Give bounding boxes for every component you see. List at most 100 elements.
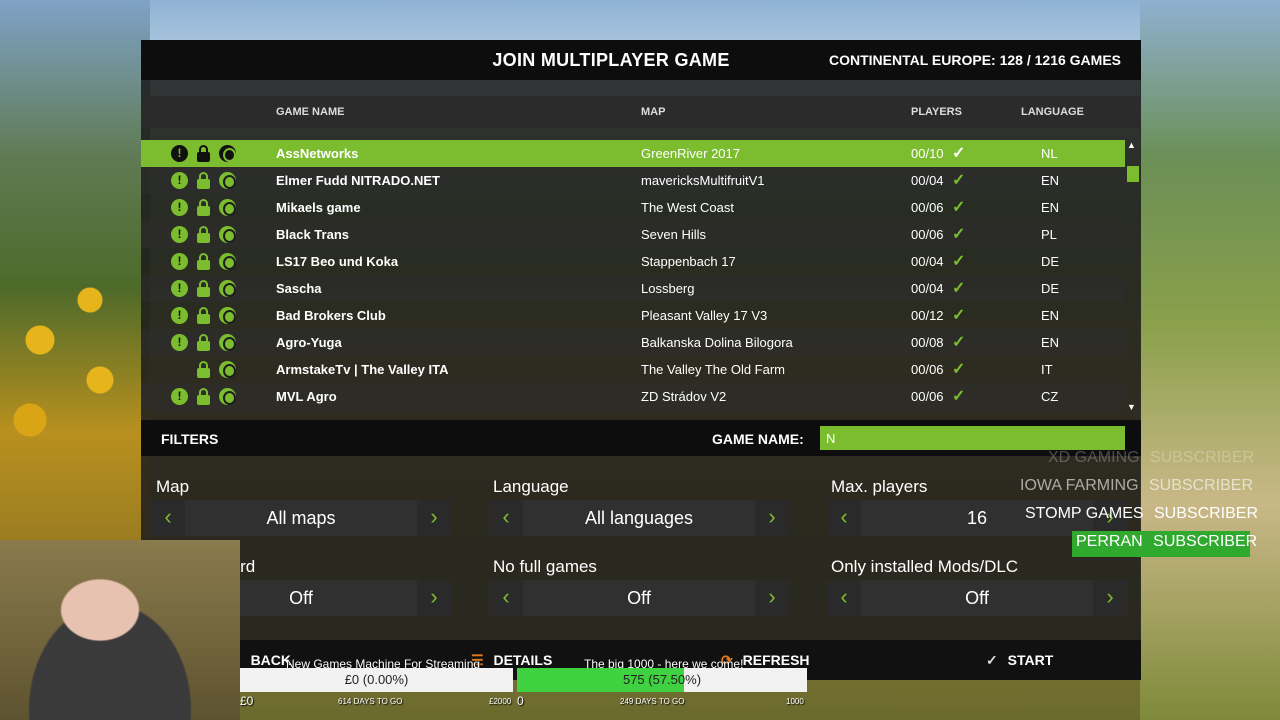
goal1-target: £2000: [489, 697, 512, 706]
game-row[interactable]: Elmer Fudd NITRADO.NET mavericksMultifrui…: [141, 167, 1125, 194]
game-row[interactable]: Bad Brokers Club Pleasant Valley 17 V3 00/…: [141, 302, 1125, 329]
game-players: 00/08: [911, 335, 944, 350]
game-language: CZ: [1041, 389, 1059, 404]
globe-icon: [219, 388, 236, 405]
game-players: 00/12: [911, 308, 944, 323]
check-icon: ✓: [986, 652, 998, 668]
game-row[interactable]: Black Trans Seven Hills 00/06 ✓ PL: [141, 221, 1125, 248]
game-row[interactable]: Mikaels game The West Coast 00/06 ✓ EN: [141, 194, 1125, 221]
game-map: Lossberg: [641, 281, 695, 296]
title-bar: JOIN MULTIPLAYER GAME CONTINENTAL EUROPE…: [141, 40, 1141, 80]
game-name: AssNetworks: [276, 146, 359, 161]
column-header-map[interactable]: MAP: [641, 106, 665, 118]
installed-mods-filter-selector[interactable]: ‹ Off ›: [827, 580, 1127, 616]
lock-icon: [195, 307, 212, 324]
scroll-down-icon[interactable]: ▼: [1127, 402, 1136, 412]
no-full-games-filter-selector[interactable]: ‹ Off ›: [489, 580, 789, 616]
goal2-value: 575 (57.50%): [622, 672, 702, 687]
map-prev-icon[interactable]: ‹: [151, 500, 185, 536]
back-button[interactable]: ‹ BACK: [236, 652, 291, 668]
no-password-next-icon[interactable]: ›: [417, 580, 451, 616]
game-row[interactable]: ArmstakeTv | The Valley ITA The Valley Th…: [141, 356, 1125, 383]
game-language: PL: [1041, 227, 1057, 242]
game-row[interactable]: Agro-Yuga Balkanska Dolina Bilogora 00/08 ✓…: [141, 329, 1125, 356]
game-players: 00/06: [911, 227, 944, 242]
lock-icon: [195, 361, 212, 378]
row-icons: [171, 253, 236, 270]
game-name: ArmstakeTv | The Valley ITA: [276, 362, 449, 377]
globe-icon: [219, 199, 236, 216]
globe-icon: [219, 334, 236, 351]
game-language: EN: [1041, 308, 1060, 323]
row-icons: [171, 361, 236, 378]
globe-icon: [219, 172, 236, 189]
game-name: Bad Brokers Club: [276, 308, 386, 323]
details-button-label: DETAILS: [493, 652, 553, 668]
column-header-players[interactable]: PLAYERS: [911, 106, 962, 118]
language-next-icon[interactable]: ›: [755, 500, 789, 536]
game-row[interactable]: LS17 Beo und Koka Stappenbach 17 00/04 ✓ DE: [141, 248, 1125, 275]
check-icon: ✓: [952, 253, 966, 270]
lock-icon: [195, 388, 212, 405]
max-players-prev-icon[interactable]: ‹: [827, 500, 861, 536]
warning-icon: [171, 172, 188, 189]
check-icon: ✓: [952, 334, 966, 351]
game-row[interactable]: MVL Agro ZD Strádov V2 00/06 ✓ CZ: [141, 383, 1125, 410]
check-icon: ✓: [952, 226, 966, 243]
map-filter-selector[interactable]: ‹ All maps ›: [151, 500, 451, 536]
game-name: Sascha: [276, 281, 322, 296]
game-row[interactable]: Sascha Lossberg 00/04 ✓ DE: [141, 275, 1125, 302]
game-name: LS17 Beo und Koka: [276, 254, 399, 269]
check-icon: ✓: [952, 199, 966, 216]
globe-icon: [219, 226, 236, 243]
scroll-up-icon[interactable]: ▲: [1127, 140, 1136, 150]
column-header-game-name[interactable]: GAME NAME: [276, 106, 344, 118]
details-button[interactable]: ☰ DETAILS: [471, 652, 552, 669]
game-map: Pleasant Valley 17 V3: [641, 308, 768, 323]
goal2-days: 249 DAYS TO GO: [620, 697, 685, 706]
row-icons: [171, 280, 236, 297]
check-icon: ✓: [952, 172, 966, 189]
game-name-filter-label: GAME NAME:: [712, 431, 804, 447]
globe-icon: [219, 280, 236, 297]
warning-icon: [171, 307, 188, 324]
warning-icon: [171, 199, 188, 216]
check-icon: ✓: [952, 388, 966, 405]
no-full-games-prev-icon[interactable]: ‹: [489, 580, 523, 616]
column-header-language[interactable]: LANGUAGE: [1021, 106, 1084, 118]
game-players: 00/10: [911, 146, 944, 161]
start-button-label: START: [1007, 652, 1054, 668]
start-button[interactable]: ✓ START: [986, 652, 1053, 669]
game-language: EN: [1041, 173, 1060, 188]
installed-mods-next-icon[interactable]: ›: [1093, 580, 1127, 616]
subscriber-alert-4-text: PERRAN SUBSCRIBER: [1076, 533, 1257, 551]
subscriber-tag: SUBSCRIBER: [1154, 505, 1259, 522]
warning-icon: [171, 145, 188, 162]
scrollbar[interactable]: ▲ ▼: [1125, 132, 1141, 412]
game-name: Agro-Yuga: [276, 335, 342, 350]
game-name-filter-input[interactable]: [820, 426, 1125, 450]
language-filter-selector[interactable]: ‹ All languages ›: [489, 500, 789, 536]
language-prev-icon[interactable]: ‹: [489, 500, 523, 536]
game-map: ZD Strádov V2: [641, 389, 727, 404]
no-full-games-next-icon[interactable]: ›: [755, 580, 789, 616]
game-language: EN: [1041, 200, 1060, 215]
column-headers: GAME NAME MAP PLAYERS LANGUAGE: [141, 96, 1141, 128]
lock-icon: [195, 145, 212, 162]
row-icons: [171, 199, 236, 216]
scroll-thumb[interactable]: [1127, 166, 1139, 182]
game-players: 00/04: [911, 254, 944, 269]
subscriber-tag: SUBSCRIBER: [1153, 533, 1258, 550]
game-map: Seven Hills: [641, 227, 707, 242]
check-icon: ✓: [952, 145, 966, 162]
game-map: Balkanska Dolina Bilogora: [641, 335, 793, 350]
map-next-icon[interactable]: ›: [417, 500, 451, 536]
game-language: DE: [1041, 281, 1060, 296]
installed-mods-prev-icon[interactable]: ‹: [827, 580, 861, 616]
game-list: AssNetworks GreenRiver 2017 00/10 ✓ NL Elmer …: [141, 140, 1125, 410]
lock-icon: [195, 334, 212, 351]
game-map: The West Coast: [641, 200, 734, 215]
goal2-target: 1000: [786, 697, 804, 706]
subscriber-tag: SUBSCRIBER: [1150, 449, 1255, 466]
game-row[interactable]: AssNetworks GreenRiver 2017 00/10 ✓ NL: [141, 140, 1125, 167]
